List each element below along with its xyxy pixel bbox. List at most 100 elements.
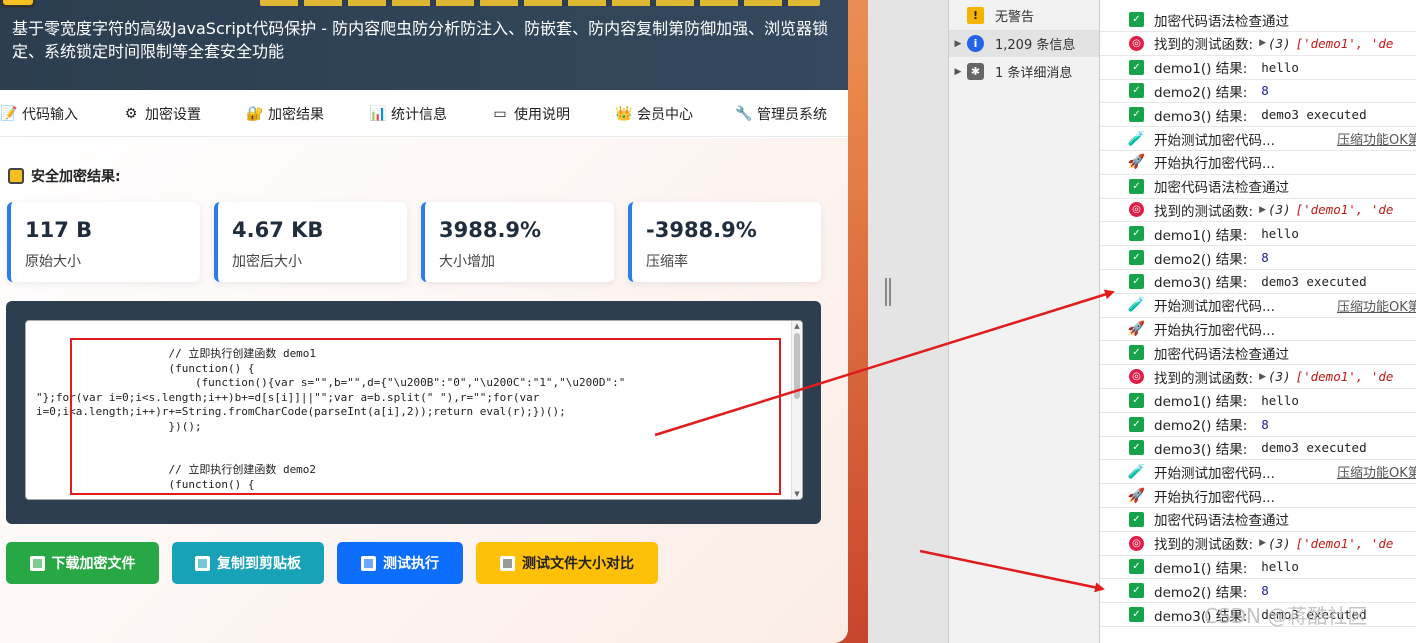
console-row-text: 找到的测试函数:	[1154, 370, 1254, 387]
scroll-thumb[interactable]	[794, 333, 800, 399]
console-result-value: demo3 executed	[1261, 107, 1367, 123]
console-row-text: 开始测试加密代码...	[1154, 132, 1275, 149]
console-row-text: demo2() 结果:	[1154, 251, 1248, 268]
bar-chart-icon	[500, 555, 515, 571]
rocket-icon: 🚀	[1127, 154, 1146, 171]
check-icon: ✓	[1129, 345, 1144, 361]
lock-logo-icon	[0, 0, 36, 8]
source-link[interactable]: 压缩功能OK第	[1337, 129, 1416, 148]
check-icon: ✓	[1129, 273, 1144, 289]
wrench-icon: 🔧	[735, 106, 753, 122]
stat-value: 117 B	[25, 218, 93, 242]
stat-card-compression-rate: -3988.9% 压缩率	[628, 202, 821, 282]
array-count[interactable]: (3)	[1268, 536, 1291, 551]
console-result-value: demo3 executed	[1261, 273, 1367, 289]
tab-label: 代码输入	[22, 107, 78, 123]
page-title-cropped	[260, 0, 820, 6]
test-tube-icon: 🧪	[1127, 130, 1146, 147]
console-row: ◎ 找到的测试函数: ▶ (3) ['demo1', 'de	[1100, 198, 1416, 223]
splitter-grip-icon[interactable]	[885, 278, 891, 306]
tab-label: 加密设置	[145, 107, 201, 123]
copy-clipboard-button[interactable]: 复制到剪贴板	[172, 542, 324, 584]
target-icon: ◎	[1129, 35, 1144, 51]
sidebar-item-verbose[interactable]: ▶ ✱ 1 条详细消息	[949, 58, 1099, 85]
check-icon: ✓	[1129, 178, 1144, 194]
scroll-down-icon[interactable]: ▼	[792, 489, 802, 499]
tab-code-input[interactable]: 📝 代码输入	[0, 103, 78, 125]
warning-icon: !	[967, 7, 984, 24]
check-icon: ✓	[1129, 511, 1144, 527]
check-icon: ✓	[1129, 250, 1144, 265]
size-compare-button[interactable]: 测试文件大小对比	[476, 542, 658, 584]
console-row: ◎ 找到的测试函数: ▶ (3) ['demo1', 'de	[1100, 532, 1416, 556]
sidebar-item-label: 无警告	[995, 10, 1035, 25]
console-row-text: demo3() 结果:	[1154, 108, 1248, 125]
console-row-text: demo2() 结果:	[1154, 84, 1248, 101]
target-icon: ◎	[1129, 202, 1144, 218]
console-row-text: 加密代码语法检查通过	[1154, 346, 1289, 363]
tab-statistics[interactable]: 📊 统计信息	[369, 103, 447, 125]
button-label: 复制到剪贴板	[217, 556, 301, 572]
check-icon: ✓	[1129, 440, 1144, 456]
array-preview[interactable]: ['demo1', 'de	[1296, 202, 1394, 217]
check-icon: ✓	[1129, 83, 1144, 99]
app-header: 基于零宽度字符的高级JavaScript代码保护 - 防内容爬虫防分析防注入、防…	[0, 0, 848, 90]
tab-label: 管理员系统	[757, 107, 827, 123]
array-preview[interactable]: ['demo1', 'de	[1296, 36, 1394, 51]
console-row-text: demo1() 结果:	[1154, 560, 1248, 577]
console-row: 🧪 开始测试加密代码... 压缩功能OK第	[1100, 127, 1416, 151]
console-result-number: 8	[1261, 250, 1269, 265]
tab-encrypt-result[interactable]: 🔐 加密结果	[246, 103, 324, 125]
expand-arrow-icon[interactable]: ▶	[1259, 205, 1266, 215]
console-row: ✓ demo2() 结果: 8	[1100, 413, 1416, 437]
source-link[interactable]: 压缩功能OK第	[1337, 296, 1416, 315]
array-preview[interactable]: ['demo1', 'de	[1296, 536, 1394, 551]
console-result-number: 8	[1261, 83, 1269, 99]
code-scrollbar[interactable]: ▲ ▼	[791, 321, 802, 499]
test-run-button[interactable]: 测试执行	[337, 542, 463, 584]
sidebar-item-info[interactable]: ▶ i 1,209 条信息	[949, 30, 1099, 57]
console-row-text: 加密代码语法检查通过	[1154, 513, 1289, 530]
console-row: ✓ demo3() 结果: demo3 executed	[1100, 270, 1416, 294]
expand-arrow-icon[interactable]: ▶	[1259, 372, 1266, 382]
console-row: ✓ demo1() 结果: hello	[1100, 555, 1416, 580]
tab-encrypt-settings[interactable]: ⚙ 加密设置	[123, 103, 201, 125]
rocket-icon: 🚀	[1127, 320, 1146, 337]
devtools-splitter[interactable]	[868, 0, 948, 643]
expand-arrow-icon[interactable]: ▶	[949, 39, 967, 49]
encrypted-code-text[interactable]: // 立即执行创建函数 demo1 (function() { (functio…	[36, 347, 786, 492]
gear-icon: ⚙	[124, 106, 138, 122]
scroll-up-icon[interactable]: ▲	[792, 321, 802, 331]
console-row-text: 找到的测试函数:	[1154, 537, 1254, 554]
tab-usage-guide[interactable]: ▭ 使用说明	[492, 103, 570, 125]
array-count[interactable]: (3)	[1268, 36, 1291, 51]
console-row: 🧪 开始测试加密代码... 压缩功能OK第	[1100, 294, 1416, 318]
tab-admin-system[interactable]: 🔧 管理员系统	[735, 103, 827, 125]
expand-arrow-icon[interactable]: ▶	[949, 67, 967, 77]
save-icon	[29, 555, 45, 571]
console-row-text: 加密代码语法检查通过	[1154, 180, 1289, 197]
console-log: ✓ 加密代码语法检查通过 ◎ 找到的测试函数: ▶ (3) ['demo1', 'de ✓ de…	[1100, 0, 1416, 643]
book-icon: ▭	[493, 106, 507, 122]
sidebar-item-warnings[interactable]: ! 无警告	[949, 2, 1099, 29]
download-button[interactable]: 下载加密文件	[6, 542, 159, 584]
encrypted-code-textarea[interactable]: // 立即执行创建函数 demo1 (function() { (functio…	[25, 320, 803, 500]
expand-arrow-icon[interactable]: ▶	[1259, 538, 1266, 548]
array-count[interactable]: (3)	[1268, 202, 1291, 217]
check-icon: ✓	[1129, 107, 1144, 123]
source-link[interactable]: 压缩功能OK第	[1337, 462, 1416, 481]
tab-member-center[interactable]: 👑 会员中心	[615, 103, 693, 125]
expand-arrow-icon[interactable]: ▶	[1259, 38, 1266, 48]
console-row-text: 开始执行加密代码...	[1154, 322, 1275, 339]
array-preview[interactable]: ['demo1', 'de	[1296, 369, 1394, 384]
code-output-container: // 立即执行创建函数 demo1 (function() { (functio…	[6, 301, 821, 524]
console-row-text: 找到的测试函数:	[1154, 203, 1254, 220]
console-row: 🚀 开始执行加密代码...	[1100, 484, 1416, 508]
console-row: ✓ demo1() 结果: hello	[1100, 56, 1416, 80]
stat-card-size-increase: 3988.9% 大小增加	[421, 202, 614, 282]
bar-chart-icon: 📊	[369, 106, 387, 122]
array-count[interactable]: (3)	[1268, 369, 1291, 384]
console-row-text: 加密代码语法检查通过	[1154, 13, 1289, 30]
stat-value: 3988.9%	[439, 218, 542, 242]
section-title: 安全加密结果:	[8, 166, 121, 186]
